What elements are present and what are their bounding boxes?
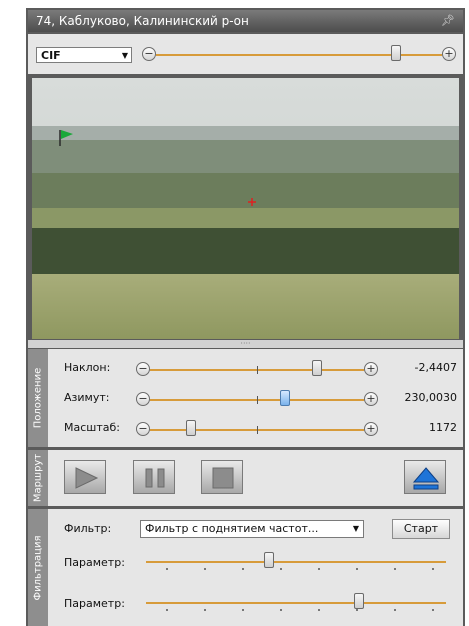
route-panel: Маршрут	[28, 450, 463, 506]
video-zoom-slider[interactable]: − +	[142, 45, 456, 63]
slider-thumb[interactable]	[264, 552, 274, 568]
decrease-icon[interactable]: −	[136, 392, 150, 406]
video-toolbar: CIF ▼ − +	[28, 34, 463, 74]
slider-thumb[interactable]	[279, 390, 290, 406]
decrease-icon[interactable]: −	[136, 362, 150, 376]
play-button[interactable]	[64, 460, 106, 494]
title-bar[interactable]: 74, Каблуково, Калининский р-он 📌︎	[28, 10, 463, 32]
eject-button[interactable]	[404, 460, 446, 494]
route-panel-tab[interactable]: Маршрут	[28, 450, 48, 506]
window-title: 74, Каблуково, Калининский р-он	[36, 14, 249, 28]
stop-icon	[212, 467, 234, 489]
slider-scale-dot	[318, 568, 320, 570]
filter-panel-tab[interactable]: Фильтрация	[28, 509, 48, 626]
chevron-down-icon: ▼	[352, 524, 359, 533]
pause-button[interactable]	[133, 460, 175, 494]
zoom-in-icon[interactable]: +	[442, 47, 456, 61]
increase-icon[interactable]: +	[364, 362, 378, 376]
slider-track	[146, 561, 446, 563]
slider-thumb[interactable]	[311, 360, 322, 376]
panel-splitter[interactable]: ····	[28, 340, 463, 348]
slider-center-tick	[257, 366, 258, 374]
slider-center-tick	[257, 426, 258, 434]
slider-scale-dot	[394, 609, 396, 611]
slider-scale-dot	[204, 568, 206, 570]
slider-scale-dot	[280, 609, 282, 611]
param-2-label: Параметр:	[64, 597, 125, 610]
scale-value: 1172	[429, 421, 457, 434]
camera-video-view[interactable]	[32, 78, 459, 339]
slider-thumb[interactable]	[354, 593, 364, 609]
scale-label: Масштаб:	[64, 421, 120, 434]
resolution-value: CIF	[41, 49, 61, 62]
decrease-icon[interactable]: −	[136, 422, 150, 436]
slider-center-tick	[257, 396, 258, 404]
slider-scale-dot	[356, 568, 358, 570]
near-treeline	[32, 228, 459, 276]
increase-icon[interactable]: +	[364, 392, 378, 406]
slider-thumb[interactable]	[185, 420, 196, 436]
route-panel-label: Маршрут	[32, 453, 44, 503]
zoom-out-icon[interactable]: −	[142, 47, 156, 61]
position-panel-label: Положение	[32, 367, 44, 429]
slider-track	[146, 602, 446, 604]
increase-icon[interactable]: +	[364, 422, 378, 436]
chevron-down-icon: ▼	[121, 51, 128, 60]
azimuth-value: 230,0030	[404, 391, 458, 404]
position-panel-tab[interactable]: Положение	[28, 349, 48, 447]
filter-label: Фильтр:	[64, 522, 112, 535]
pause-icon	[145, 468, 165, 488]
slider-scale-dot	[432, 568, 434, 570]
stop-button[interactable]	[201, 460, 243, 494]
param-1-slider[interactable]	[146, 552, 446, 570]
foreground-field	[32, 274, 459, 339]
slider-scale-dot	[166, 568, 168, 570]
slider-scale-dot	[394, 568, 396, 570]
azimuth-label: Азимут:	[64, 391, 110, 404]
play-icon	[75, 467, 99, 489]
mid-forest	[32, 173, 459, 211]
eject-icon	[412, 467, 440, 490]
slider-scale-dot	[166, 609, 168, 611]
filter-panel-label: Фильтрация	[32, 534, 44, 601]
filter-panel: Фильтрация Фильтр: Фильтр с поднятием ча…	[28, 509, 463, 626]
slider-scale-dot	[242, 568, 244, 570]
scale-slider[interactable]: − +	[136, 420, 378, 438]
filter-select[interactable]: Фильтр с поднятием частот... ▼	[140, 520, 364, 538]
azimuth-slider[interactable]: − +	[136, 390, 378, 408]
slider-scale-dot	[280, 568, 282, 570]
slider-scale-dot	[432, 609, 434, 611]
tilt-value: -2,4407	[414, 361, 457, 374]
resolution-select[interactable]: CIF ▼	[36, 47, 132, 63]
slider-scale-dot	[318, 609, 320, 611]
tilt-label: Наклон:	[64, 361, 111, 374]
slider-scale-dot	[356, 609, 358, 611]
param-1-label: Параметр:	[64, 556, 125, 569]
slider-thumb[interactable]	[391, 45, 402, 61]
pin-icon[interactable]: 📌︎	[441, 10, 455, 32]
param-2-slider[interactable]	[146, 593, 446, 611]
tilt-slider[interactable]: − +	[136, 360, 378, 378]
slider-scale-dot	[204, 609, 206, 611]
start-button[interactable]: Старт	[392, 519, 450, 539]
filter-value: Фильтр с поднятием частот...	[145, 522, 319, 535]
slider-scale-dot	[242, 609, 244, 611]
position-panel: Положение Наклон: − + -2,4407 Азимут: − …	[28, 349, 463, 447]
middle-field	[32, 208, 459, 230]
